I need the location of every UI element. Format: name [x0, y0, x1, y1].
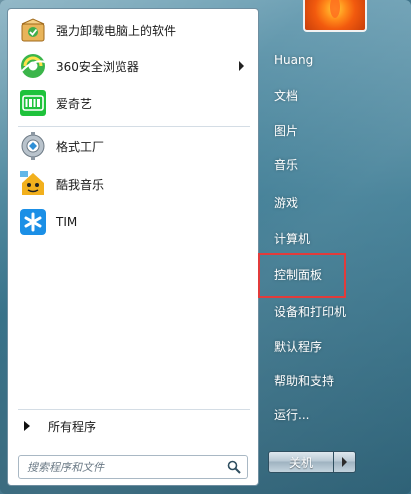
- program-item-kuwo-music[interactable]: 酷我音乐: [14, 167, 254, 201]
- kuwo-music-icon: [18, 169, 48, 199]
- menu-item-music[interactable]: 音乐: [266, 150, 401, 178]
- menu-item-computer[interactable]: 计算机: [266, 224, 401, 252]
- menu-item-run[interactable]: 运行...: [266, 400, 401, 428]
- menu-item-label: 图片: [274, 123, 299, 138]
- shutdown-options-arrow-icon[interactable]: [334, 451, 356, 473]
- menu-item-label: 默认程序: [274, 339, 323, 354]
- divider: [18, 126, 250, 127]
- menu-item-label: 游戏: [274, 195, 299, 210]
- shutdown-label: 关机: [288, 455, 313, 470]
- menu-item-label: 文档: [274, 88, 299, 103]
- menu-item-user[interactable]: Huang: [266, 46, 401, 74]
- shutdown-button[interactable]: 关机: [268, 451, 334, 473]
- menu-item-label: 计算机: [274, 231, 311, 246]
- menu-item-documents[interactable]: 文档: [266, 81, 401, 109]
- menu-item-label: 音乐: [274, 157, 299, 172]
- menu-item-label: 帮助和支持: [274, 373, 335, 388]
- control-panel-highlight-box: [258, 253, 346, 298]
- program-label: TIM: [56, 215, 78, 229]
- search-box[interactable]: [18, 455, 248, 479]
- program-item-iqiyi[interactable]: 爱奇艺: [14, 86, 254, 120]
- search-input[interactable]: [19, 456, 235, 478]
- submenu-arrow-icon[interactable]: [239, 61, 244, 71]
- iqiyi-icon: [18, 88, 48, 118]
- menu-item-default-programs[interactable]: 默认程序: [266, 332, 401, 360]
- program-label: 爱奇艺: [56, 96, 93, 111]
- menu-item-pictures[interactable]: 图片: [266, 116, 401, 144]
- program-item-uninstaller[interactable]: 强力卸载电脑上的软件: [14, 13, 254, 47]
- tim-icon: [18, 207, 48, 237]
- menu-item-label: 设备和打印机: [274, 304, 347, 319]
- all-programs-item[interactable]: 所有程序: [14, 415, 254, 437]
- program-label: 格式工厂: [56, 139, 105, 154]
- program-label: 360安全浏览器: [56, 59, 139, 74]
- program-item-360-browser[interactable]: 360安全浏览器: [14, 49, 254, 83]
- menu-item-games[interactable]: 游戏: [266, 188, 401, 216]
- menu-item-label: Huang: [274, 53, 314, 67]
- program-label: 强力卸载电脑上的软件: [56, 23, 177, 38]
- program-item-format-factory[interactable]: 格式工厂: [14, 129, 254, 163]
- program-label: 酷我音乐: [56, 177, 105, 192]
- expand-arrow-icon: [24, 421, 30, 431]
- avatar-flower-detail: [330, 0, 340, 18]
- programs-pane: 强力卸载电脑上的软件 360安全浏览器 爱奇艺 格式工厂 酷我音乐 TIM 所有…: [7, 8, 259, 486]
- search-icon[interactable]: [227, 460, 241, 474]
- all-programs-label: 所有程序: [48, 419, 97, 434]
- program-item-tim[interactable]: TIM: [14, 205, 254, 239]
- menu-item-help-support[interactable]: 帮助和支持: [266, 366, 401, 394]
- menu-item-devices-printers[interactable]: 设备和打印机: [266, 297, 401, 325]
- user-avatar[interactable]: [303, 0, 367, 32]
- menu-item-label: 运行...: [274, 407, 310, 422]
- 360-browser-icon: [18, 51, 48, 81]
- format-factory-icon: [18, 131, 48, 161]
- divider: [18, 409, 250, 410]
- uninstaller-icon: [18, 15, 48, 45]
